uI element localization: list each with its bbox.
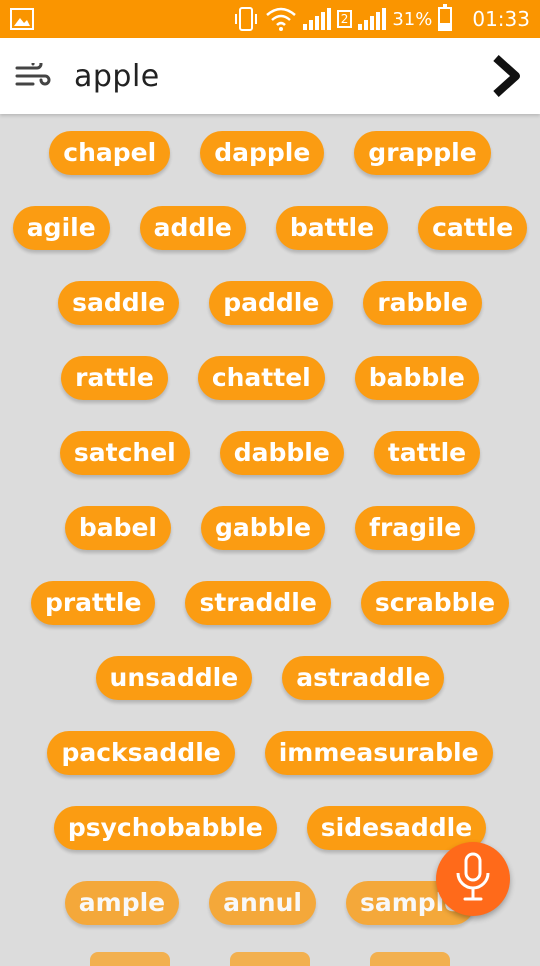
suggestion-chip[interactable]: rabble [363,280,482,325]
suggestion-row: satchel dabble tattle [0,415,540,490]
suggestion-chip[interactable]: packsaddle [47,730,235,775]
signal-icon-2 [358,8,387,30]
wifi-icon [265,6,297,32]
microphone-icon [453,851,493,907]
gallery-icon [10,8,34,30]
suggestion-row: rattle chattel babble [0,340,540,415]
status-bar: 2 31% 01:33 [0,0,540,38]
suggestion-chip[interactable]: dapple [200,130,325,175]
suggestion-chip[interactable]: saddle [58,280,180,325]
suggestion-chip[interactable]: prattle [30,580,156,625]
suggestion-row: prattle straddle scrabble [0,565,540,640]
wind-menu-icon[interactable] [14,56,54,96]
suggestion-row: chapel dapple grapple [0,115,540,190]
battery-icon [438,4,453,31]
suggestion-chip[interactable]: sidesaddle [306,805,487,850]
microphone-button[interactable] [436,842,510,916]
suggestion-chip[interactable]: rattle [61,355,168,400]
suggestion-chip[interactable]: immeasurable [264,730,493,775]
suggestion-chip[interactable]: chapel [49,130,171,175]
suggestion-row: saddle paddle rabble [0,265,540,340]
search-bar: apple [0,38,540,114]
suggestion-chip[interactable]: battle [275,205,389,250]
vibrate-icon [233,6,259,32]
suggestion-chip[interactable]: scrabble [360,580,510,625]
suggestion-chip[interactable]: ample [64,880,180,925]
chevron-right-icon[interactable] [486,51,526,101]
sim2-badge: 2 [336,10,353,28]
suggestion-chip[interactable]: fragile [355,505,476,550]
suggestion-chip[interactable]: cattle [418,205,528,250]
clock: 01:33 [472,7,530,31]
suggestion-chip[interactable]: chattel [197,355,325,400]
suggestion-chip[interactable]: satchel [59,430,190,475]
suggestion-chip[interactable]: gabble [201,505,326,550]
suggestion-chip[interactable]: grapple [354,130,491,175]
search-input[interactable]: apple [74,59,486,94]
suggestion-row: babel gabble fragile [0,490,540,565]
suggestion-row: packsaddle immeasurable [0,715,540,790]
suggestion-chip[interactable]: psychobabble [53,805,277,850]
battery-percent: 31% [392,8,433,30]
suggestion-chip[interactable]: annul [209,880,316,925]
suggestion-chip[interactable]: paddle [209,280,334,325]
suggestion-chip[interactable]: babel [64,505,171,550]
signal-icon-1 [302,8,331,30]
suggestion-chip[interactable]: babble [354,355,479,400]
suggestion-row: unsaddle astraddle [0,640,540,715]
suggestion-chip[interactable]: astraddle [282,655,445,700]
suggestion-chip[interactable]: tattle [373,430,481,475]
suggestion-row: agile addle battle cattle [0,190,540,265]
suggestion-chip[interactable]: addle [139,205,246,250]
suggestion-chip[interactable]: straddle [185,580,331,625]
partial-row [0,952,540,966]
suggestion-list: chapel dapple grapple agile addle battle cattl… [0,115,540,940]
suggestion-chip[interactable]: agile [12,205,110,250]
suggestion-chip[interactable]: unsaddle [95,655,253,700]
suggestion-chip[interactable]: dabble [219,430,344,475]
